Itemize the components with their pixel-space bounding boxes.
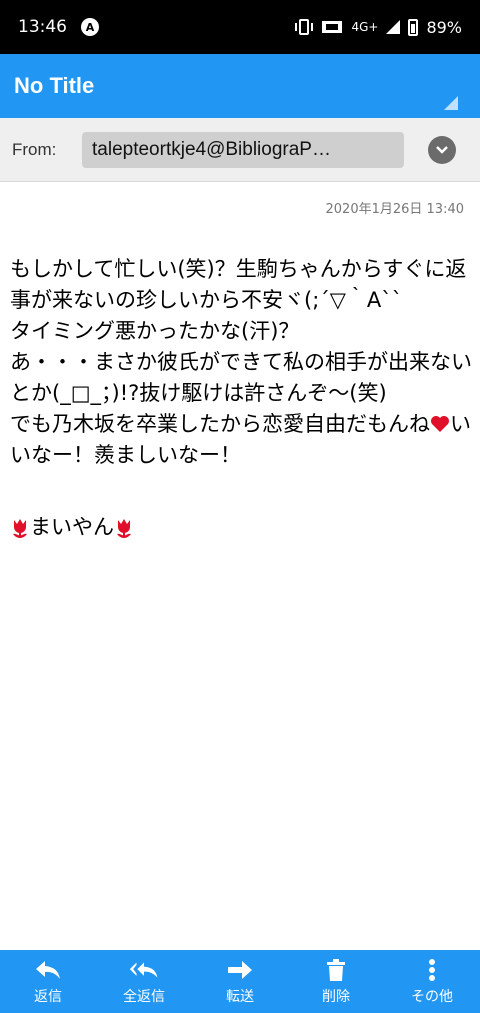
- more-button[interactable]: その他: [387, 957, 477, 1006]
- from-label: From:: [12, 139, 57, 159]
- forward-label: 転送: [226, 989, 254, 1005]
- message-line: あ・・・まさか彼氏ができて私の相手が出来ないとか(_□_；)!?抜け駆けは許さん…: [10, 350, 472, 405]
- message-line: タイミング悪かったかな(汗)？: [10, 319, 300, 343]
- signature: まいやん: [10, 512, 472, 543]
- status-bar: 13:46 A 4G+ 89%: [0, 0, 480, 54]
- from-address[interactable]: talepteortkje4@BibliograP…: [82, 131, 404, 168]
- tulip-icon: [13, 518, 27, 538]
- network-type: 4G+: [351, 20, 379, 34]
- signal-icon: [386, 20, 401, 34]
- data-icon: [322, 21, 343, 33]
- reply-all-button[interactable]: 全返信: [99, 957, 189, 1006]
- more-label: その他: [411, 989, 453, 1005]
- reply-all-icon: [129, 957, 159, 983]
- page-title[interactable]: No Title: [14, 73, 94, 99]
- reply-label: 返信: [34, 989, 62, 1005]
- message-line: でも乃木坂を卒業したから恋愛自由だもんね いいなー！羨ましいなー！: [10, 409, 472, 471]
- a-icon: A: [81, 18, 99, 36]
- reply-all-label: 全返信: [123, 989, 165, 1005]
- more-icon: [417, 957, 447, 983]
- battery-percent: 89%: [426, 17, 462, 37]
- forward-button[interactable]: 転送: [195, 957, 285, 1006]
- vibrate-icon: [295, 19, 314, 35]
- message-line: もしかして忙しい(笑)？生駒ちゃんからすぐに返事が来ないの珍しいから不安ヾ(;´…: [10, 257, 467, 312]
- message-text: でも乃木坂を卒業したから恋愛自由だもんね: [10, 412, 430, 436]
- signature-name: まいやん: [30, 515, 114, 539]
- message-body: もしかして忙しい(笑)？生駒ちゃんからすぐに返事が来ないの珍しいから不安ヾ(;´…: [10, 254, 472, 543]
- delete-icon: [321, 957, 351, 983]
- reply-icon: [33, 957, 63, 983]
- app-bar: No Title: [0, 54, 480, 118]
- corner-indicator-icon: [444, 96, 458, 110]
- message-date: 2020年1月26日 13:40: [325, 202, 465, 217]
- from-row: From: talepteortkje4@BibliograP…: [0, 118, 480, 182]
- bottom-toolbar: 返信 全返信 転送 削除 その他: [0, 950, 480, 1013]
- expand-details-button[interactable]: [428, 135, 456, 164]
- battery-icon: [408, 18, 419, 36]
- reply-button[interactable]: 返信: [3, 957, 93, 1006]
- tulip-icon: [117, 518, 131, 538]
- chevron-down-icon: [436, 145, 448, 154]
- delete-label: 削除: [322, 989, 350, 1005]
- clock: 13:46: [18, 17, 67, 37]
- delete-button[interactable]: 削除: [291, 957, 381, 1006]
- forward-icon: [225, 957, 255, 983]
- heart-icon: [431, 416, 449, 432]
